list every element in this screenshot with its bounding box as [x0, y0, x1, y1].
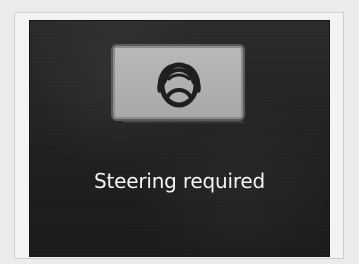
- instrument-display: Steering required: [29, 20, 330, 257]
- steering-warning-panel: [111, 44, 245, 121]
- status-message: Steering required: [93, 169, 266, 193]
- panel-divider: [123, 121, 244, 123]
- steering-wheel-hands-icon: [157, 62, 201, 108]
